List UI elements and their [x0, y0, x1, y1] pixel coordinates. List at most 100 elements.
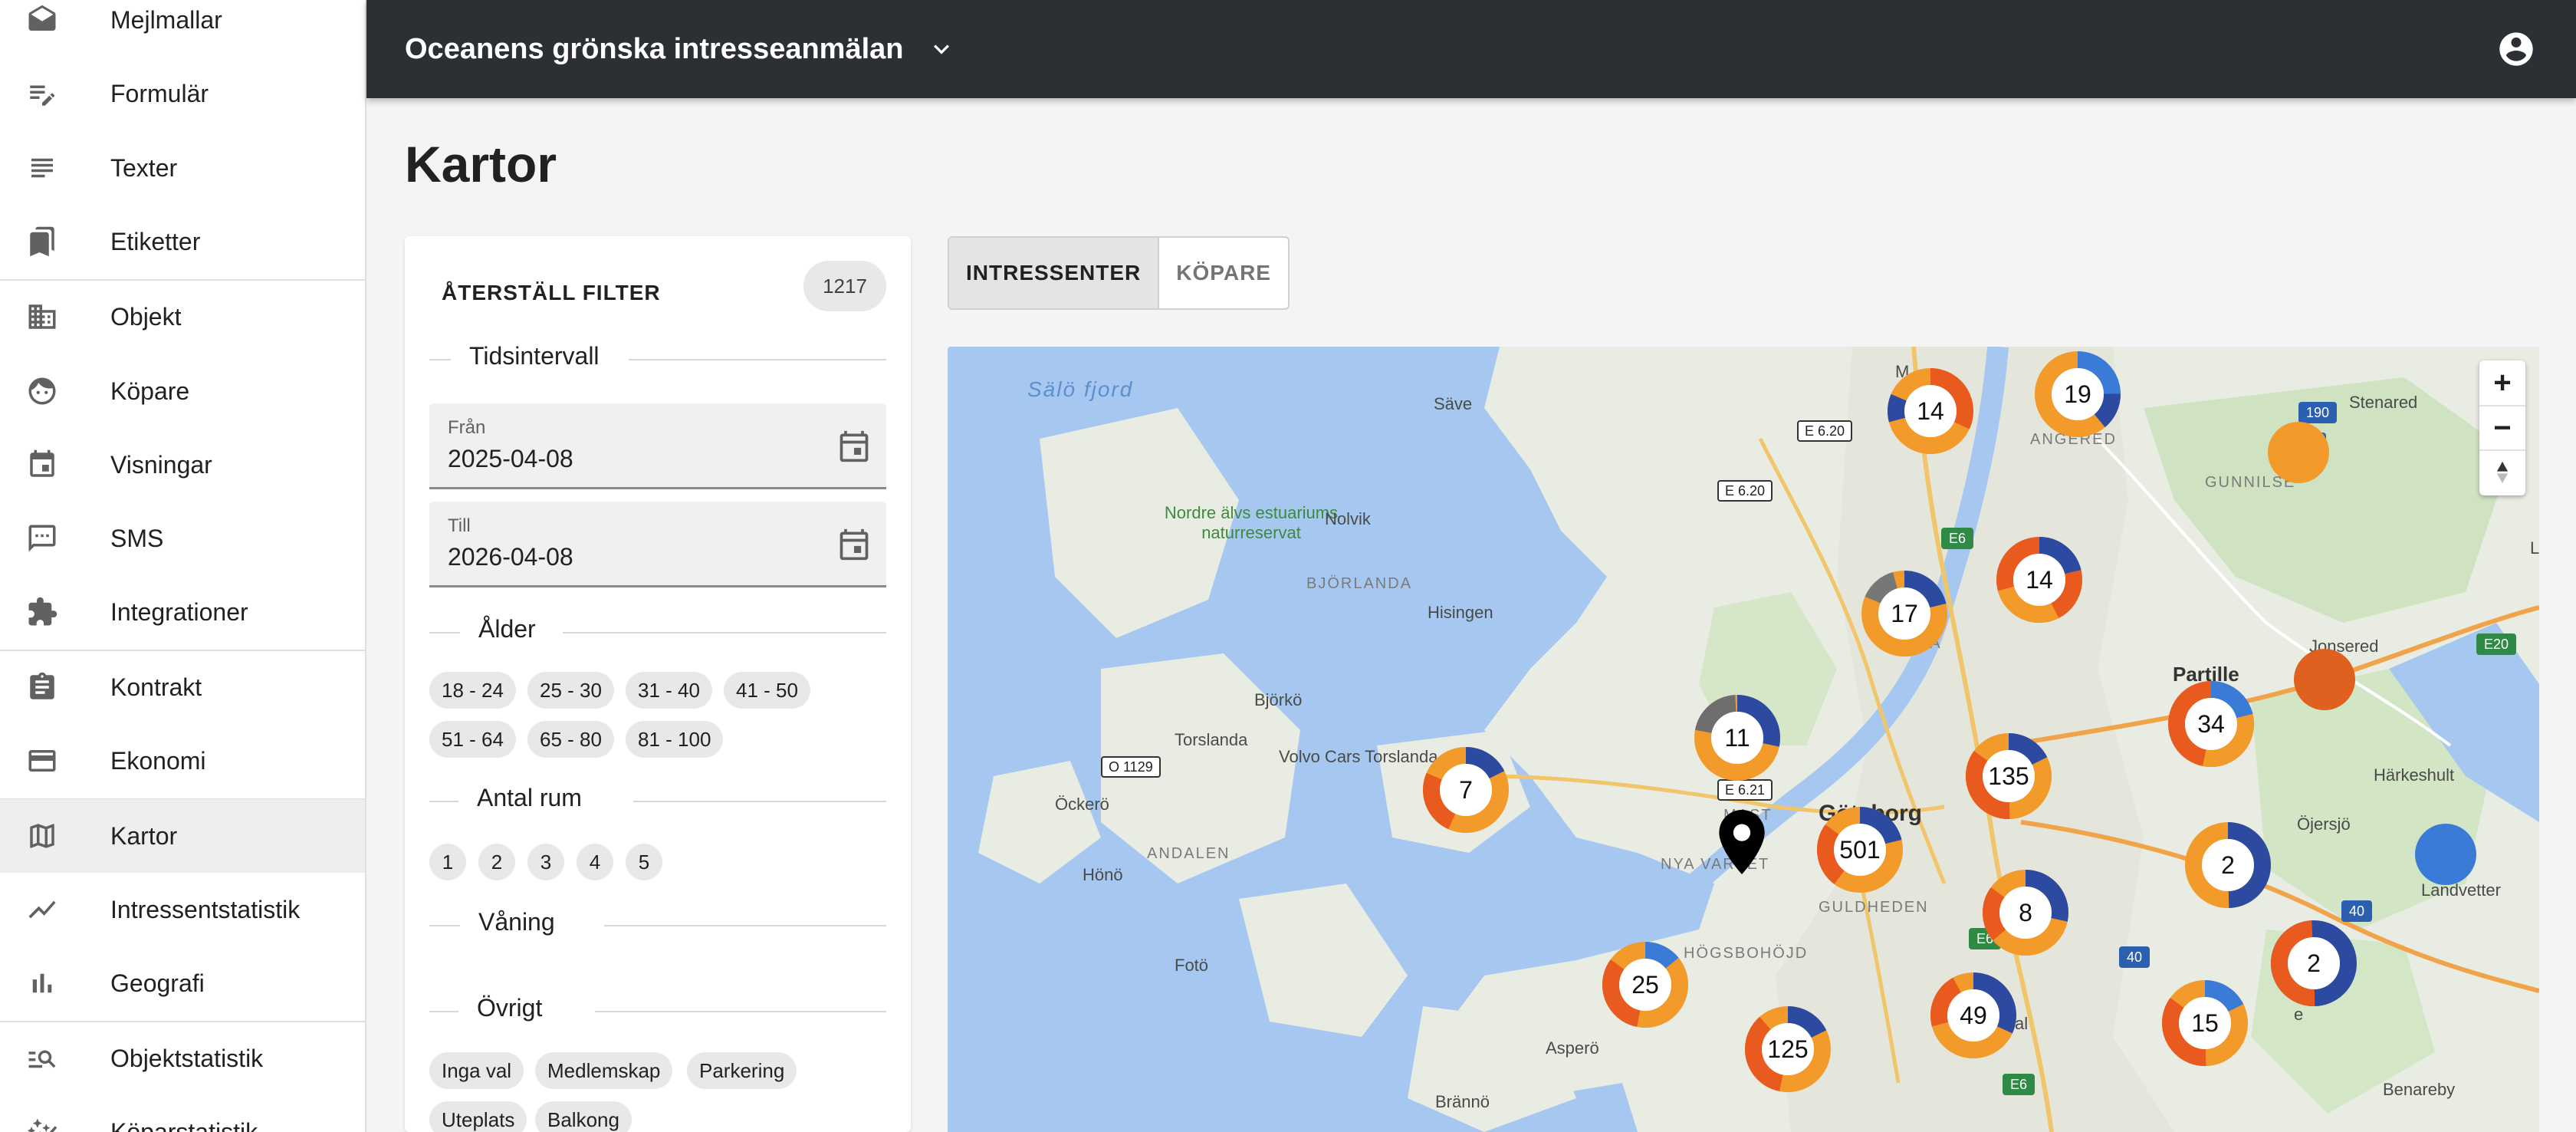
sidebar-item-kartor[interactable]: Kartor — [0, 799, 365, 873]
map-view[interactable]: Sälö fjord Säve Nordre älvs estuariums n… — [948, 347, 2539, 1132]
map-label: Hönö — [1083, 865, 1123, 884]
age-chip[interactable]: 65 - 80 — [527, 721, 614, 758]
cluster-count: 2 — [2307, 949, 2321, 977]
map-cluster[interactable]: 49 — [1929, 971, 2018, 1060]
age-chip[interactable]: 51 - 64 — [429, 721, 516, 758]
map-cluster[interactable]: 7 — [1421, 745, 1510, 834]
manage-search-icon — [26, 1042, 58, 1074]
sidebar-item-geografi[interactable]: Geografi — [0, 946, 365, 1020]
toggle-intressenter[interactable]: INTRESSENTER — [949, 238, 1158, 308]
section-time: Tidsintervall — [429, 342, 886, 376]
section-title: Övrigt — [458, 994, 561, 1022]
sidebar-item-label: Integrationer — [110, 597, 248, 626]
toggle-kopare[interactable]: KÖPARE — [1158, 238, 1288, 308]
other-chip[interactable]: Parkering — [687, 1052, 797, 1089]
other-chip[interactable]: Medlemskap — [535, 1052, 673, 1089]
sidebar-item-formular[interactable]: Formulär — [0, 57, 365, 130]
map-label: Öckerö — [1055, 795, 1109, 814]
sidebar-item-integrationer[interactable]: Integrationer — [0, 575, 365, 649]
sms-icon — [26, 522, 58, 554]
section-title: Våning — [460, 908, 573, 936]
map-cluster[interactable]: 19 — [2033, 350, 2122, 439]
map-marker[interactable] — [2268, 422, 2329, 483]
location-pin-icon[interactable] — [1719, 810, 1765, 874]
calendar-icon[interactable] — [837, 528, 871, 561]
map-label: Landvetter — [2421, 880, 2501, 900]
map-cluster[interactable]: 17 — [1860, 569, 1949, 658]
map-cluster[interactable]: 501 — [1815, 805, 1904, 894]
rooms-chip[interactable]: 2 — [478, 844, 515, 880]
road-shield: E 6.20 — [1717, 480, 1773, 502]
age-chip[interactable]: 31 - 40 — [626, 672, 712, 709]
assignment-icon — [26, 671, 58, 703]
map-label: Fotö — [1175, 956, 1209, 975]
from-date-field[interactable]: Från 2025-04-08 — [429, 403, 886, 489]
to-date-label: Till — [448, 515, 471, 536]
sidebar-item-texter[interactable]: Texter — [0, 131, 365, 205]
other-chip[interactable]: Inga val — [429, 1052, 524, 1089]
sidebar-item-ekonomi[interactable]: Ekonomi — [0, 724, 365, 798]
sidebar-item-mejlmallar[interactable]: Mejlmallar — [0, 0, 365, 57]
to-date-field[interactable]: Till 2026-04-08 — [429, 502, 886, 587]
cluster-count: 17 — [1891, 599, 1918, 627]
sidebar-item-kontrakt[interactable]: Kontrakt — [0, 650, 365, 724]
map-marker[interactable] — [2294, 649, 2355, 710]
map-cluster[interactable]: 14 — [1886, 367, 1975, 456]
to-date-value: 2026-04-08 — [448, 543, 573, 571]
sidebar-item-etiketter[interactable]: Etiketter — [0, 205, 365, 278]
map-cluster[interactable]: 135 — [1964, 732, 2053, 821]
page-title: Kartor — [405, 136, 557, 193]
compass-icon[interactable] — [2479, 449, 2525, 494]
age-chip[interactable]: 81 - 100 — [626, 721, 724, 758]
sidebar-item-objektstatistik[interactable]: Objektstatistik — [0, 1022, 365, 1095]
map-label: Sälö fjord — [1027, 377, 1134, 401]
map-cluster[interactable]: 14 — [1995, 535, 2084, 624]
age-chip[interactable]: 41 - 50 — [724, 672, 810, 709]
map-cluster[interactable]: 25 — [1601, 940, 1690, 1029]
sidebar-item-intressentstatistik[interactable]: Intressentstatistik — [0, 873, 365, 946]
map-cluster[interactable]: 15 — [2160, 979, 2249, 1068]
map-marker[interactable] — [2415, 824, 2476, 885]
section-title: Ålder — [460, 615, 554, 643]
age-chip[interactable]: 25 - 30 — [527, 672, 614, 709]
sidebar-item-visningar[interactable]: Visningar — [0, 428, 365, 502]
sidebar-item-label: Ekonomi — [110, 746, 206, 775]
other-chip[interactable]: Uteplats — [429, 1101, 527, 1132]
calendar-icon[interactable] — [837, 429, 871, 463]
map-cluster[interactable]: 2 — [2183, 821, 2272, 910]
sidebar-item-koparstatistik[interactable]: Köparstatistik — [0, 1095, 365, 1132]
other-chip[interactable]: Balkong — [535, 1101, 632, 1132]
extension-icon — [26, 596, 58, 628]
section-age: Ålder — [429, 615, 886, 649]
project-title: Oceanens grönska intresseanmälan — [405, 32, 904, 65]
sidebar-item-objekt[interactable]: Objekt — [0, 280, 365, 354]
rooms-chip[interactable]: 1 — [429, 844, 466, 880]
map-cluster[interactable]: 34 — [2167, 680, 2256, 768]
map-cluster[interactable]: 8 — [1981, 868, 2070, 957]
sidebar-item-label: SMS — [110, 524, 164, 552]
sidebar-item-sms[interactable]: SMS — [0, 502, 365, 575]
sidebar-item-label: Mejlmallar — [110, 5, 222, 34]
cluster-count: 501 — [1839, 835, 1881, 864]
zoom-out-button[interactable]: − — [2479, 405, 2525, 449]
rooms-chip[interactable]: 3 — [527, 844, 564, 880]
zoom-in-button[interactable]: + — [2479, 360, 2525, 405]
sidebar-item-label: Etiketter — [110, 227, 201, 255]
project-selector[interactable]: Oceanens grönska intresseanmälan — [405, 0, 904, 98]
map-cluster[interactable]: 125 — [1743, 1005, 1832, 1094]
map-label: Asperö — [1546, 1038, 1599, 1058]
road-shield: E 6.21 — [1717, 779, 1773, 801]
from-date-value: 2025-04-08 — [448, 445, 573, 472]
auto-graph-icon — [26, 1116, 58, 1132]
account-circle-icon[interactable] — [2496, 29, 2536, 69]
section-floor: Våning — [429, 908, 886, 942]
map-cluster[interactable]: 11 — [1693, 693, 1782, 782]
rooms-chip[interactable]: 5 — [626, 844, 662, 880]
age-chip[interactable]: 18 - 24 — [429, 672, 516, 709]
chevron-down-icon[interactable] — [926, 34, 957, 64]
sidebar-item-kopare[interactable]: Köpare — [0, 354, 365, 428]
map-cluster[interactable]: 2 — [2269, 919, 2358, 1008]
reset-filter-button[interactable]: ÅTERSTÄLL FILTER — [442, 273, 661, 313]
cluster-count: 19 — [2064, 380, 2091, 408]
rooms-chip[interactable]: 4 — [577, 844, 613, 880]
